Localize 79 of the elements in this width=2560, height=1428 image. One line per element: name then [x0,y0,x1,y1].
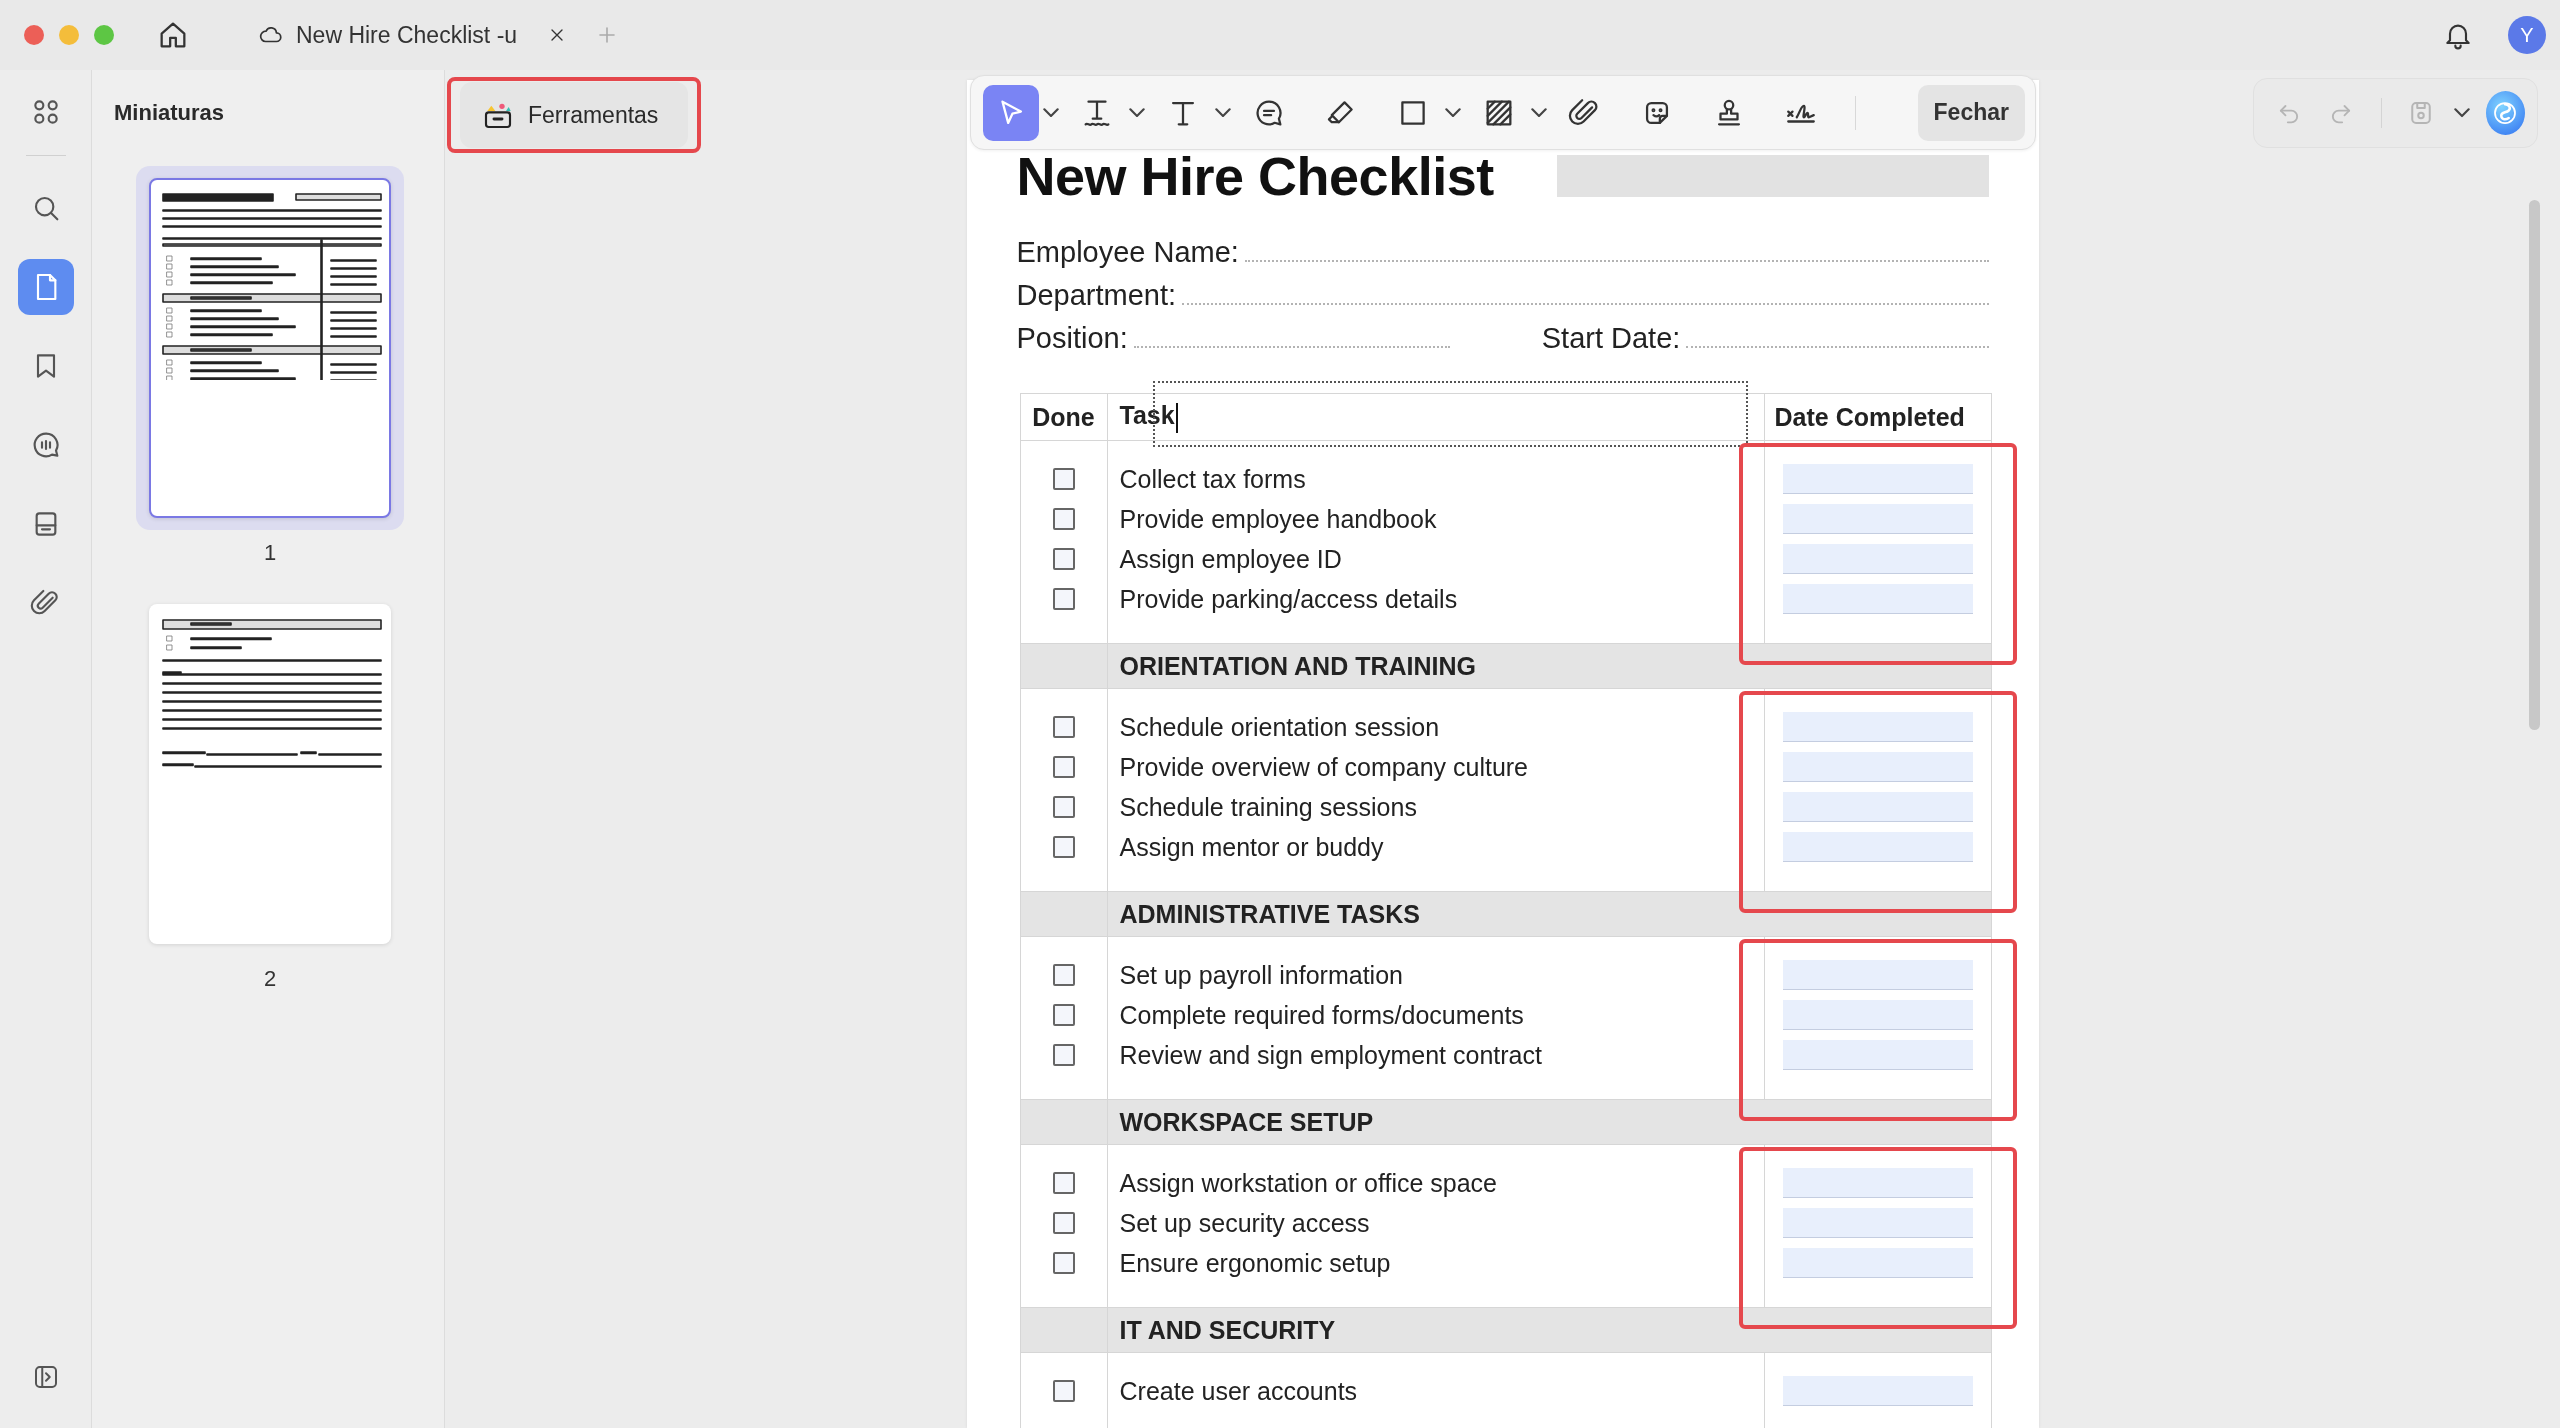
task-text: Provide employee handbook [1119,504,1437,534]
checkbox[interactable] [1052,508,1075,530]
task-text: Schedule training sessions [1119,792,1417,822]
date-field[interactable] [1782,584,1973,614]
checkbox[interactable] [1052,1172,1075,1194]
section-heading: IT AND SECURITY [1107,1307,1991,1353]
date-field[interactable] [1782,1040,1973,1070]
field-label: Employee Name: [1016,236,1239,269]
task-text: Set up security access [1119,1208,1370,1238]
checkbox[interactable] [1052,1044,1075,1066]
close-button[interactable]: Fechar [1917,84,2025,141]
page-thumbnail[interactable] [136,166,404,530]
date-field[interactable] [1782,464,1973,494]
pages-button[interactable] [17,259,74,315]
dropdown-button[interactable] [1531,107,1547,118]
date-field[interactable] [1782,1000,1973,1030]
dropdown-button[interactable] [2453,108,2470,118]
task-text: Create user accounts [1119,1376,1358,1406]
column-header: Done [1020,393,1107,441]
date-field[interactable] [1782,960,1973,990]
scrollbar[interactable] [2529,200,2540,730]
date-field[interactable] [1782,1208,1973,1238]
date-field[interactable] [1782,544,1973,574]
field-label: Start Date: [1541,322,1681,355]
date-field[interactable] [1782,1376,1973,1406]
checkbox[interactable] [1052,964,1075,986]
checkbox[interactable] [1052,796,1075,818]
task-text: Collect tax forms [1119,464,1306,494]
checkbox[interactable] [1052,836,1075,858]
caret-icon [2453,108,2470,118]
section-heading: WORKSPACE SETUP [1107,1099,1991,1145]
caret-icon [1445,107,1461,118]
checkbox[interactable] [1052,1380,1075,1402]
checkbox[interactable] [1052,756,1075,778]
date-field[interactable] [1782,1248,1973,1278]
task-text: Set up payroll information [1119,960,1403,990]
dropdown-button[interactable] [1129,107,1145,118]
date-field[interactable] [1782,792,1973,822]
assistant-button[interactable] [2485,91,2525,135]
close-window-button[interactable] [24,25,44,45]
checkbox[interactable] [1052,1212,1075,1234]
page-number: 2 [263,966,277,992]
checkbox[interactable] [1052,548,1075,570]
column-header: Date Completed [1764,393,1991,441]
section-heading: ORIENTATION AND TRAINING [1107,643,1991,689]
caret-icon [1043,107,1059,118]
caret-icon [1129,107,1145,118]
dropdown-button[interactable] [1445,107,1461,118]
page-number: 1 [263,540,277,566]
checkbox[interactable] [1052,468,1075,490]
document-title: New Hire Checklist [1016,145,1494,207]
dropdown-button[interactable] [1215,107,1231,118]
dropdown-button[interactable] [1043,107,1059,118]
task-text: Assign employee ID [1119,544,1342,574]
caret-icon [1531,107,1547,118]
task-text: Schedule orientation session [1119,712,1440,742]
checkbox[interactable] [1052,1004,1075,1026]
task-text: Assign workstation or office space [1119,1168,1497,1198]
tools-button[interactable]: Ferramentas [460,82,688,148]
task-text: Provide overview of company culture [1119,752,1529,782]
task-text: Complete required forms/documents [1119,1000,1524,1030]
task-text: Review and sign employment contract [1119,1040,1542,1070]
caret-icon [1215,107,1231,118]
date-field[interactable] [1782,752,1973,782]
checkbox[interactable] [1052,588,1075,610]
checkbox[interactable] [1052,1252,1075,1274]
task-text: Assign mentor or buddy [1119,832,1384,862]
avatar[interactable]: Y [2508,16,2546,54]
date-field[interactable] [1782,832,1973,862]
task-text: Ensure ergonomic setup [1119,1248,1391,1278]
checkbox[interactable] [1052,716,1075,738]
field-label: Position: [1016,322,1128,355]
date-field[interactable] [1782,712,1973,742]
date-field[interactable] [1782,1168,1973,1198]
date-field[interactable] [1782,504,1973,534]
task-text: Provide parking/access details [1119,584,1458,614]
panel-title: Miniaturas [114,100,226,126]
section-heading: ADMINISTRATIVE TASKS [1107,891,1991,937]
field-label: Department: [1016,279,1177,312]
